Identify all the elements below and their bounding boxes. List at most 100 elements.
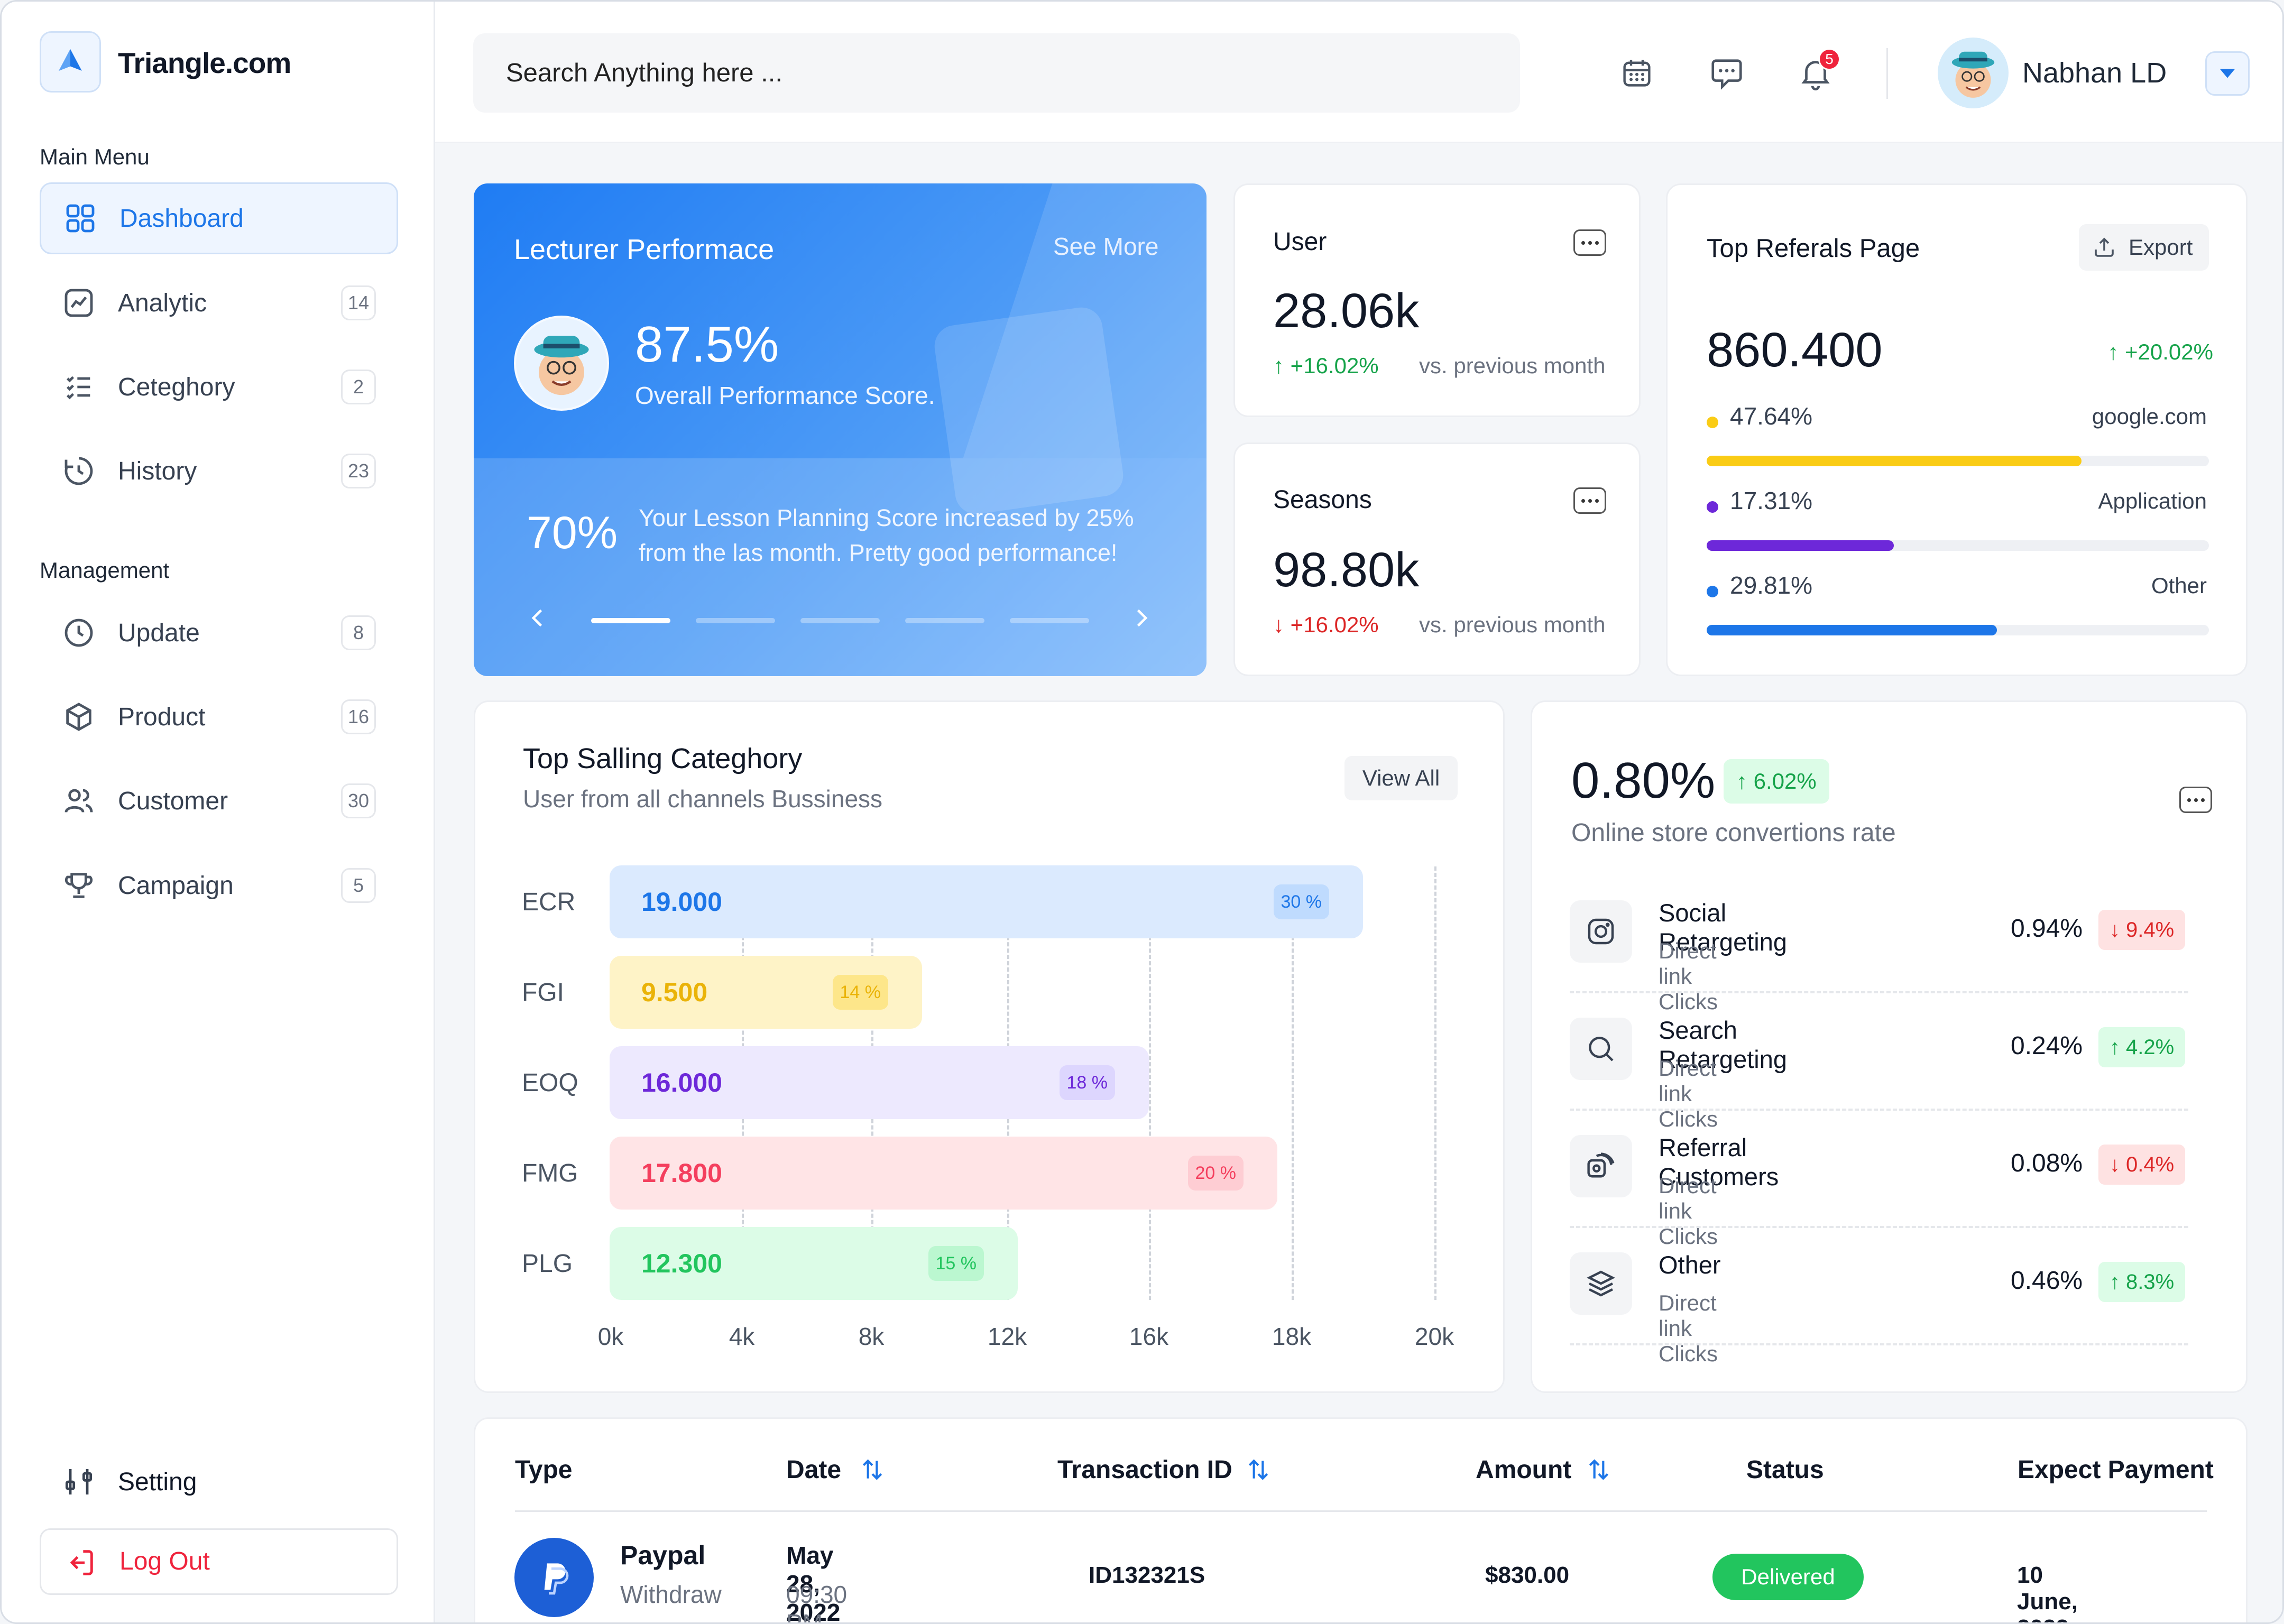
bar-value-label: 16.000 <box>641 1068 722 1097</box>
sidebar-item-product[interactable]: Product 16 <box>40 681 398 753</box>
brand-name: Triangle.com <box>118 47 291 79</box>
row-icon-box <box>1570 1135 1632 1197</box>
sidebar-item-customer[interactable]: Customer 30 <box>40 765 398 837</box>
upload-icon <box>2095 237 2114 257</box>
trophy-icon <box>65 873 93 898</box>
compare-label: vs. previous month <box>1419 612 1606 637</box>
x-tick-label: 16k <box>1129 1323 1169 1350</box>
bar-ecr[interactable]: 19.000 30 % <box>610 865 1363 938</box>
conversion-value: 0.80% <box>1571 752 1716 809</box>
y-category-label: FMG <box>522 1159 578 1187</box>
carousel-dot[interactable] <box>696 618 775 623</box>
search-input[interactable]: Search Anything here ... <box>473 33 1520 113</box>
legend-dot <box>1707 586 1718 597</box>
bar-eoq[interactable]: 16.000 18 % <box>610 1046 1149 1119</box>
avatar-memoji-icon <box>1951 51 1995 98</box>
carousel-dot[interactable] <box>800 618 880 623</box>
row-icon-box <box>1570 900 1632 963</box>
more-options-icon[interactable] <box>2179 787 2212 813</box>
user-dropdown-button[interactable] <box>2205 51 2250 96</box>
chevron-right-icon[interactable] <box>1129 606 1153 630</box>
more-options-icon[interactable] <box>1573 229 1606 256</box>
export-button[interactable]: Export <box>2079 224 2209 271</box>
row-separator <box>1570 1226 2188 1228</box>
carousel-dot-active[interactable] <box>591 618 670 623</box>
view-all-button[interactable]: View All <box>1344 756 1458 800</box>
sort-icon[interactable] <box>859 1456 886 1483</box>
triangle-logo-icon <box>59 49 82 71</box>
row-value: 0.46% <box>2011 1267 2083 1295</box>
count-badge: 5 <box>341 868 376 903</box>
box-icon <box>66 703 91 731</box>
row-subtitle: Direct link Clicks <box>1659 1173 1718 1249</box>
sidebar-item-update[interactable]: Update 8 <box>40 597 398 669</box>
sort-icon[interactable] <box>1586 1456 1612 1483</box>
sort-icon[interactable] <box>1245 1456 1272 1483</box>
sidebar: Triangle.com Main Menu Dashboard Analyti… <box>2 2 435 1622</box>
calendar-icon[interactable] <box>1619 56 1654 90</box>
export-label: Export <box>2129 235 2193 260</box>
sidebar-item-category[interactable]: Ceteghory 2 <box>40 351 398 423</box>
referrals-total: 860.400 <box>1707 323 1883 377</box>
sidebar-item-campaign[interactable]: Campaign 5 <box>40 850 398 921</box>
topbar: Search Anything here ... 5 Nabhan LD <box>435 2 2282 143</box>
user-name[interactable]: Nabhan LD <box>2022 57 2167 89</box>
sidebar-item-dashboard[interactable]: Dashboard <box>40 182 398 254</box>
sidebar-item-history[interactable]: History 23 <box>40 435 398 507</box>
column-header-expect-payment[interactable]: Expect Payment <box>2018 1455 2214 1484</box>
logo[interactable] <box>40 31 101 93</box>
sidebar-item-label: Customer <box>118 787 228 815</box>
payment-kind: Withdraw <box>620 1581 722 1608</box>
conversion-label: Online store convertions rate <box>1571 819 1896 847</box>
column-header-type[interactable]: Type <box>515 1455 572 1484</box>
bar-fgi[interactable]: 9.500 14 % <box>610 956 922 1029</box>
see-more-link[interactable]: See More <box>1053 232 1158 261</box>
column-header-amount[interactable]: Amount <box>1476 1455 1571 1484</box>
sidebar-item-label: Update <box>118 619 200 647</box>
instagram-icon <box>1588 918 1614 945</box>
avatar[interactable] <box>1938 38 2009 108</box>
more-options-icon[interactable] <box>1573 487 1606 514</box>
referral-percent: 17.31% <box>1730 487 1813 514</box>
bar-value-label: 12.300 <box>641 1249 722 1278</box>
y-category-label: FGI <box>522 979 564 1007</box>
row-subtitle: Direct link Clicks <box>1659 1290 1718 1366</box>
column-header-date[interactable]: Date <box>786 1455 841 1484</box>
row-separator <box>1570 1343 2188 1345</box>
sidebar-item-analytic[interactable]: Analytic 14 <box>40 267 398 339</box>
message-line: from the las month. Pretty good performa… <box>639 539 1118 566</box>
row-subtitle: Direct link Clicks <box>1659 938 1718 1014</box>
performance-score-label: Overall Performance Score. <box>635 382 935 409</box>
chat-icon[interactable] <box>1708 54 1745 91</box>
top-referrals-card: Top Referals Page Export 860.400 ↑ +20.0… <box>1666 183 2248 676</box>
carousel-dot[interactable] <box>905 618 984 623</box>
row-value: 0.08% <box>2011 1149 2083 1177</box>
bar-value-label: 9.500 <box>641 977 708 1007</box>
progress-fill <box>1707 456 2082 466</box>
app-window: Triangle.com Main Menu Dashboard Analyti… <box>0 0 2284 1624</box>
paypal-icon <box>544 1563 569 1595</box>
legend-dot <box>1707 501 1718 513</box>
management-heading: Management <box>40 558 170 583</box>
carousel-dot[interactable] <box>1010 618 1089 623</box>
lesson-planning-percent: 70% <box>527 508 618 558</box>
progress-fill <box>1707 540 1894 551</box>
list-icon <box>66 376 90 400</box>
x-tick-label: 4k <box>729 1323 755 1350</box>
bar-fmg[interactable]: 17.800 20 % <box>610 1137 1277 1210</box>
avatar-memoji-icon <box>534 336 589 395</box>
column-header-status[interactable]: Status <box>1746 1455 1824 1484</box>
chevron-left-icon[interactable] <box>527 606 550 630</box>
sidebar-item-label: Dashboard <box>119 204 244 233</box>
column-header-transaction-id[interactable]: Transaction ID <box>1057 1455 1232 1484</box>
sidebar-item-setting[interactable]: Setting <box>40 1446 398 1518</box>
sidebar-item-label: Analytic <box>118 289 207 317</box>
seasons-stat-card: Seasons 98.80k ↓ +16.02% vs. previous mo… <box>1233 442 1641 676</box>
card-title: Top Salling Categhory <box>523 743 803 774</box>
caret-down-icon <box>2219 69 2235 78</box>
layers-icon <box>1587 1270 1615 1297</box>
bar-percent-label: 14 % <box>832 975 888 1010</box>
logout-button[interactable]: Log Out <box>40 1528 398 1595</box>
bar-plg[interactable]: 12.300 15 % <box>610 1227 1018 1300</box>
x-tick-label: 18k <box>1272 1323 1312 1350</box>
